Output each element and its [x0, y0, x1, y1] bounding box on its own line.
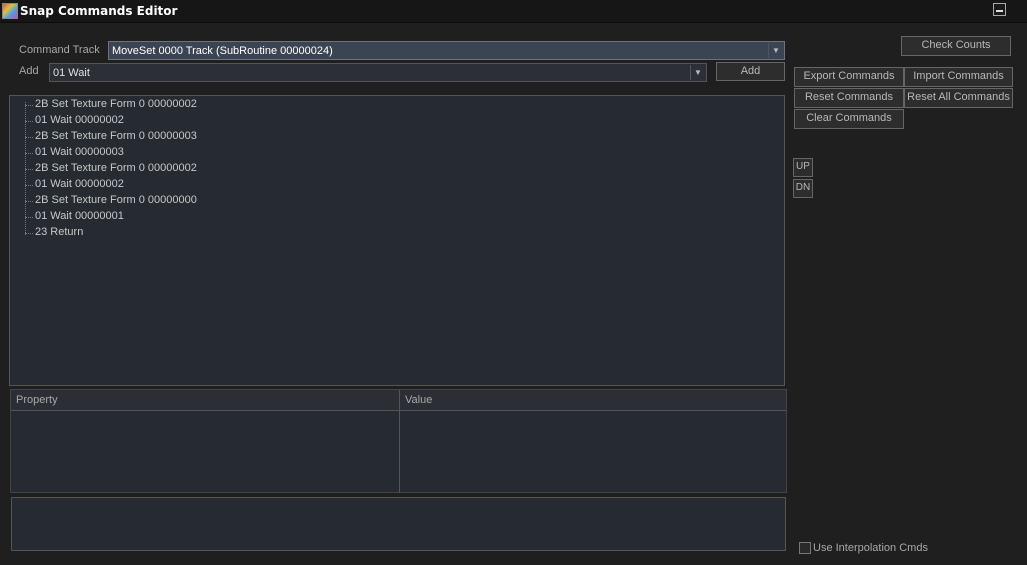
value-column-header[interactable]: Value	[405, 394, 432, 406]
command-tree[interactable]: 2B Set Texture Form 0 00000002 01 Wait 0…	[9, 95, 785, 386]
property-grid[interactable]: Property Value	[10, 389, 787, 493]
check-counts-button[interactable]: Check Counts	[901, 36, 1011, 56]
export-commands-button[interactable]: Export Commands	[794, 67, 904, 87]
reset-all-commands-button[interactable]: Reset All Commands	[904, 88, 1013, 108]
command-track-value: MoveSet 0000 Track (SubRoutine 00000024)	[112, 45, 333, 57]
add-label: Add	[19, 65, 39, 77]
chevron-down-icon[interactable]: ▼	[768, 43, 783, 58]
reset-commands-button[interactable]: Reset Commands	[794, 88, 904, 108]
chevron-down-icon[interactable]: ▼	[690, 65, 705, 80]
move-up-button[interactable]: UP	[793, 158, 813, 177]
add-button[interactable]: Add	[716, 62, 785, 81]
add-command-select[interactable]: 01 Wait ▼	[49, 63, 707, 82]
minimize-button[interactable]	[993, 3, 1006, 16]
command-track-label: Command Track	[19, 44, 100, 56]
clear-commands-button[interactable]: Clear Commands	[794, 109, 904, 129]
use-interpolation-label[interactable]: Use Interpolation Cmds	[813, 542, 928, 554]
import-commands-button[interactable]: Import Commands	[904, 67, 1013, 87]
use-interpolation-checkbox[interactable]	[799, 542, 811, 554]
app-icon	[2, 3, 18, 19]
command-track-select[interactable]: MoveSet 0000 Track (SubRoutine 00000024)…	[108, 41, 785, 60]
column-divider[interactable]	[399, 390, 400, 493]
window-title: Snap Commands Editor	[20, 4, 178, 18]
description-panel	[11, 497, 786, 551]
property-column-header[interactable]: Property	[16, 394, 58, 406]
move-down-button[interactable]: DN	[793, 179, 813, 198]
add-command-value: 01 Wait	[53, 67, 90, 79]
title-bar: Snap Commands Editor	[0, 0, 1027, 23]
